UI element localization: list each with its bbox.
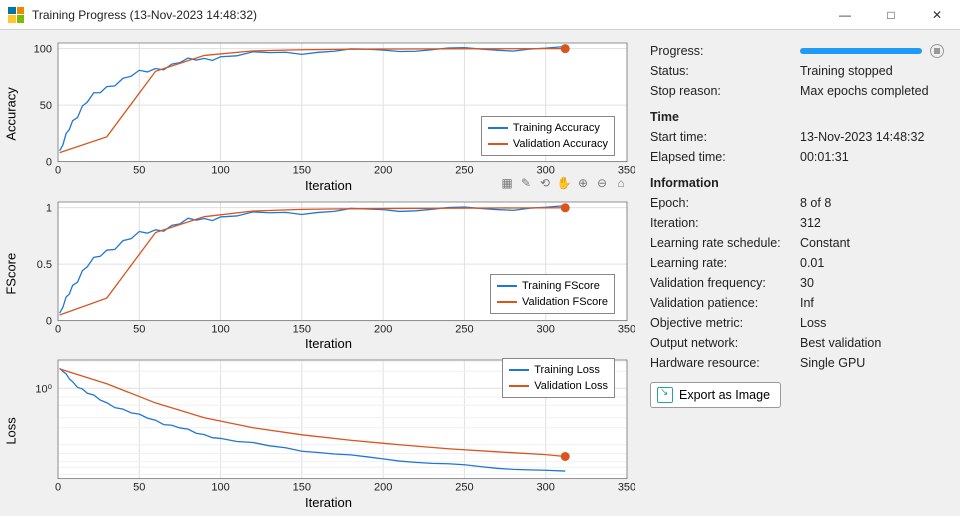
rotate-icon[interactable]: ⟲ (537, 176, 553, 190)
hw-value: Single GPU (800, 356, 944, 370)
valfreq-value: 30 (800, 276, 944, 290)
export-icon (657, 387, 673, 403)
lr-schedule-value: Constant (800, 236, 944, 250)
loss-ylabel: Loss (0, 352, 22, 511)
app-logo-icon (8, 7, 24, 23)
epoch-label: Epoch: (650, 196, 800, 210)
stop-reason-label: Stop reason: (650, 84, 800, 98)
start-time-value: 13-Nov-2023 14:48:32 (800, 130, 944, 144)
lr-schedule-label: Learning rate schedule: (650, 236, 800, 250)
svg-text:50: 50 (40, 100, 52, 112)
lr-value: 0.01 (800, 256, 944, 270)
svg-text:0: 0 (55, 165, 61, 177)
svg-text:250: 250 (455, 323, 473, 335)
svg-text:200: 200 (374, 482, 392, 494)
status-value: Training stopped (800, 64, 944, 78)
loss-xlabel: Iteration (22, 495, 635, 511)
fscore-chart: FScore ▦ ✎ ⟲ ✋ ⊕ ⊖ ⌂ 0501001502002503003… (0, 194, 635, 353)
svg-text:250: 250 (455, 165, 473, 177)
info-sidebar: Progress: Status:Training stopped Stop r… (640, 30, 960, 516)
svg-text:0: 0 (46, 315, 52, 327)
iteration-value: 312 (800, 216, 944, 230)
hw-label: Hardware resource: (650, 356, 800, 370)
pan-icon[interactable]: ✋ (556, 176, 572, 190)
svg-text:200: 200 (374, 165, 392, 177)
svg-text:100: 100 (211, 165, 229, 177)
datatips-icon[interactable]: ✎ (518, 176, 534, 190)
progress-bar (800, 48, 922, 54)
svg-text:50: 50 (133, 323, 145, 335)
svg-text:50: 50 (133, 482, 145, 494)
info-header: Information (650, 176, 944, 190)
svg-text:200: 200 (374, 323, 392, 335)
outnet-label: Output network: (650, 336, 800, 350)
svg-text:100: 100 (34, 44, 52, 56)
progress-label: Progress: (650, 44, 800, 58)
accuracy-chart: Accuracy 050100150200250300350050100Trai… (0, 35, 635, 194)
accuracy-ylabel: Accuracy (0, 35, 22, 194)
export-image-button[interactable]: Export as Image (650, 382, 781, 408)
close-button[interactable]: ✕ (914, 0, 960, 30)
svg-text:150: 150 (293, 482, 311, 494)
status-label: Status: (650, 64, 800, 78)
window-title: Training Progress (13-Nov-2023 14:48:32) (32, 8, 257, 22)
charts-panel: Accuracy 050100150200250300350050100Trai… (0, 30, 640, 516)
svg-text:0: 0 (55, 482, 61, 494)
svg-text:0: 0 (46, 157, 52, 169)
svg-text:100: 100 (211, 323, 229, 335)
svg-text:10⁰: 10⁰ (35, 384, 52, 396)
progress-row: Progress: (650, 44, 944, 58)
epoch-value: 8 of 8 (800, 196, 944, 210)
svg-text:350: 350 (618, 482, 635, 494)
home-icon[interactable]: ⌂ (613, 176, 629, 190)
time-header: Time (650, 110, 944, 124)
accuracy-plot-area[interactable]: 050100150200250300350050100 (22, 35, 635, 178)
stop-training-button[interactable] (930, 44, 944, 58)
fscore-legend: Training FScoreValidation FScore (490, 274, 615, 314)
valpat-value: Inf (800, 296, 944, 310)
elapsed-time-value: 00:01:31 (800, 150, 944, 164)
svg-text:0: 0 (55, 323, 61, 335)
svg-text:350: 350 (618, 323, 635, 335)
stop-reason-value: Max epochs completed (800, 84, 944, 98)
content-area: Accuracy 050100150200250300350050100Trai… (0, 30, 960, 516)
loss-legend: Training LossValidation Loss (502, 358, 615, 398)
window-titlebar: Training Progress (13-Nov-2023 14:48:32)… (0, 0, 960, 30)
outnet-value: Best validation (800, 336, 944, 350)
axes-toolbar: ▦ ✎ ⟲ ✋ ⊕ ⊖ ⌂ (499, 176, 629, 190)
maximize-button[interactable]: □ (868, 0, 914, 30)
svg-text:150: 150 (293, 323, 311, 335)
valpat-label: Validation patience: (650, 296, 800, 310)
elapsed-time-label: Elapsed time: (650, 150, 800, 164)
svg-text:1: 1 (46, 202, 52, 214)
accuracy-legend: Training AccuracyValidation Accuracy (481, 116, 615, 156)
fscore-ylabel: FScore (0, 194, 22, 353)
minimize-button[interactable]: — (822, 0, 868, 30)
brush-icon[interactable]: ▦ (499, 176, 515, 190)
export-button-label: Export as Image (679, 388, 770, 402)
iteration-label: Iteration: (650, 216, 800, 230)
objective-label: Objective metric: (650, 316, 800, 330)
start-time-label: Start time: (650, 130, 800, 144)
svg-text:150: 150 (293, 165, 311, 177)
loss-chart: Loss 0 50 100 150 200 250 300 350 10⁰ Training Lo… (0, 352, 635, 511)
fscore-plot-area[interactable]: 0 50 100 150 200 250 300 350 0 0.5 1 (22, 194, 635, 337)
objective-value: Loss (800, 316, 944, 330)
zoom-in-icon[interactable]: ⊕ (575, 176, 591, 190)
lr-label: Learning rate: (650, 256, 800, 270)
svg-text:100: 100 (211, 482, 229, 494)
svg-text:300: 300 (537, 482, 555, 494)
svg-text:250: 250 (455, 482, 473, 494)
svg-text:50: 50 (133, 165, 145, 177)
valfreq-label: Validation frequency: (650, 276, 800, 290)
zoom-out-icon[interactable]: ⊖ (594, 176, 610, 190)
fscore-xlabel: Iteration (22, 336, 635, 352)
svg-text:0.5: 0.5 (37, 259, 52, 271)
svg-text:300: 300 (537, 323, 555, 335)
